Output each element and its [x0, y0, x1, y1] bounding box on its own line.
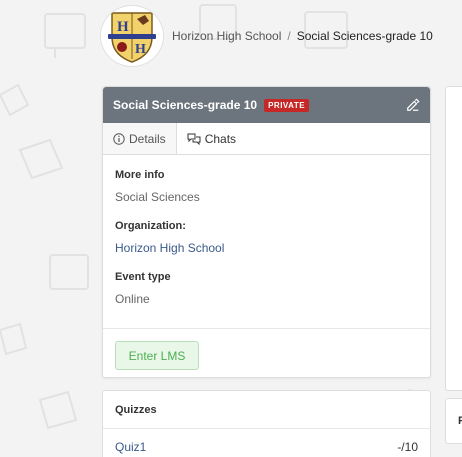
- side-panel-secondary: F: [445, 398, 462, 444]
- card-divider: [103, 328, 430, 329]
- chat-icon: [187, 133, 201, 145]
- breadcrumb: Horizon High School / Social Sciences-gr…: [172, 29, 433, 43]
- side-panel: [445, 86, 462, 391]
- organization-label: Organization:: [115, 220, 186, 232]
- enter-lms-button[interactable]: Enter LMS: [115, 341, 199, 370]
- tab-details-label: Details: [129, 131, 166, 146]
- edit-icon[interactable]: [406, 98, 420, 112]
- event-type-value: Online: [115, 292, 150, 306]
- quiz-score: -/10: [397, 440, 418, 454]
- quiz-row: Quiz1 -/10: [103, 429, 430, 457]
- course-card-header: Social Sciences-grade 10 PRIVATE: [103, 87, 430, 123]
- info-icon: [113, 132, 125, 145]
- svg-text:H: H: [135, 42, 146, 57]
- page-header: H H Horizon High School / Social Science…: [100, 5, 433, 67]
- quizzes-title: Quizzes: [103, 391, 430, 429]
- course-title: Social Sciences-grade 10: [113, 98, 258, 112]
- private-badge: PRIVATE: [264, 98, 310, 112]
- event-type-label: Event type: [115, 271, 171, 283]
- more-info-label: More info: [115, 169, 165, 181]
- tab-chats-label: Chats: [204, 131, 237, 146]
- side-panel-label: F: [458, 415, 462, 427]
- school-crest-icon: H H: [108, 12, 156, 63]
- tab-details[interactable]: Details: [103, 123, 177, 154]
- breadcrumb-current: Social Sciences-grade 10: [296, 29, 433, 43]
- quizzes-card: Quizzes Quiz1 -/10: [102, 390, 431, 457]
- course-tabs: Details Chats: [103, 123, 430, 155]
- course-card: Social Sciences-grade 10 PRIVATE Details…: [102, 86, 431, 378]
- quiz-link[interactable]: Quiz1: [115, 440, 146, 454]
- tab-chats[interactable]: Chats: [177, 123, 246, 154]
- details-panel: More info Social Sciences Organization: …: [103, 155, 430, 306]
- svg-text:H: H: [117, 19, 129, 35]
- more-info-value: Social Sciences: [115, 190, 200, 204]
- breadcrumb-school-link[interactable]: Horizon High School: [172, 29, 281, 43]
- organization-link[interactable]: Horizon High School: [115, 241, 418, 255]
- school-logo[interactable]: H H: [100, 5, 164, 67]
- breadcrumb-separator: /: [287, 29, 291, 43]
